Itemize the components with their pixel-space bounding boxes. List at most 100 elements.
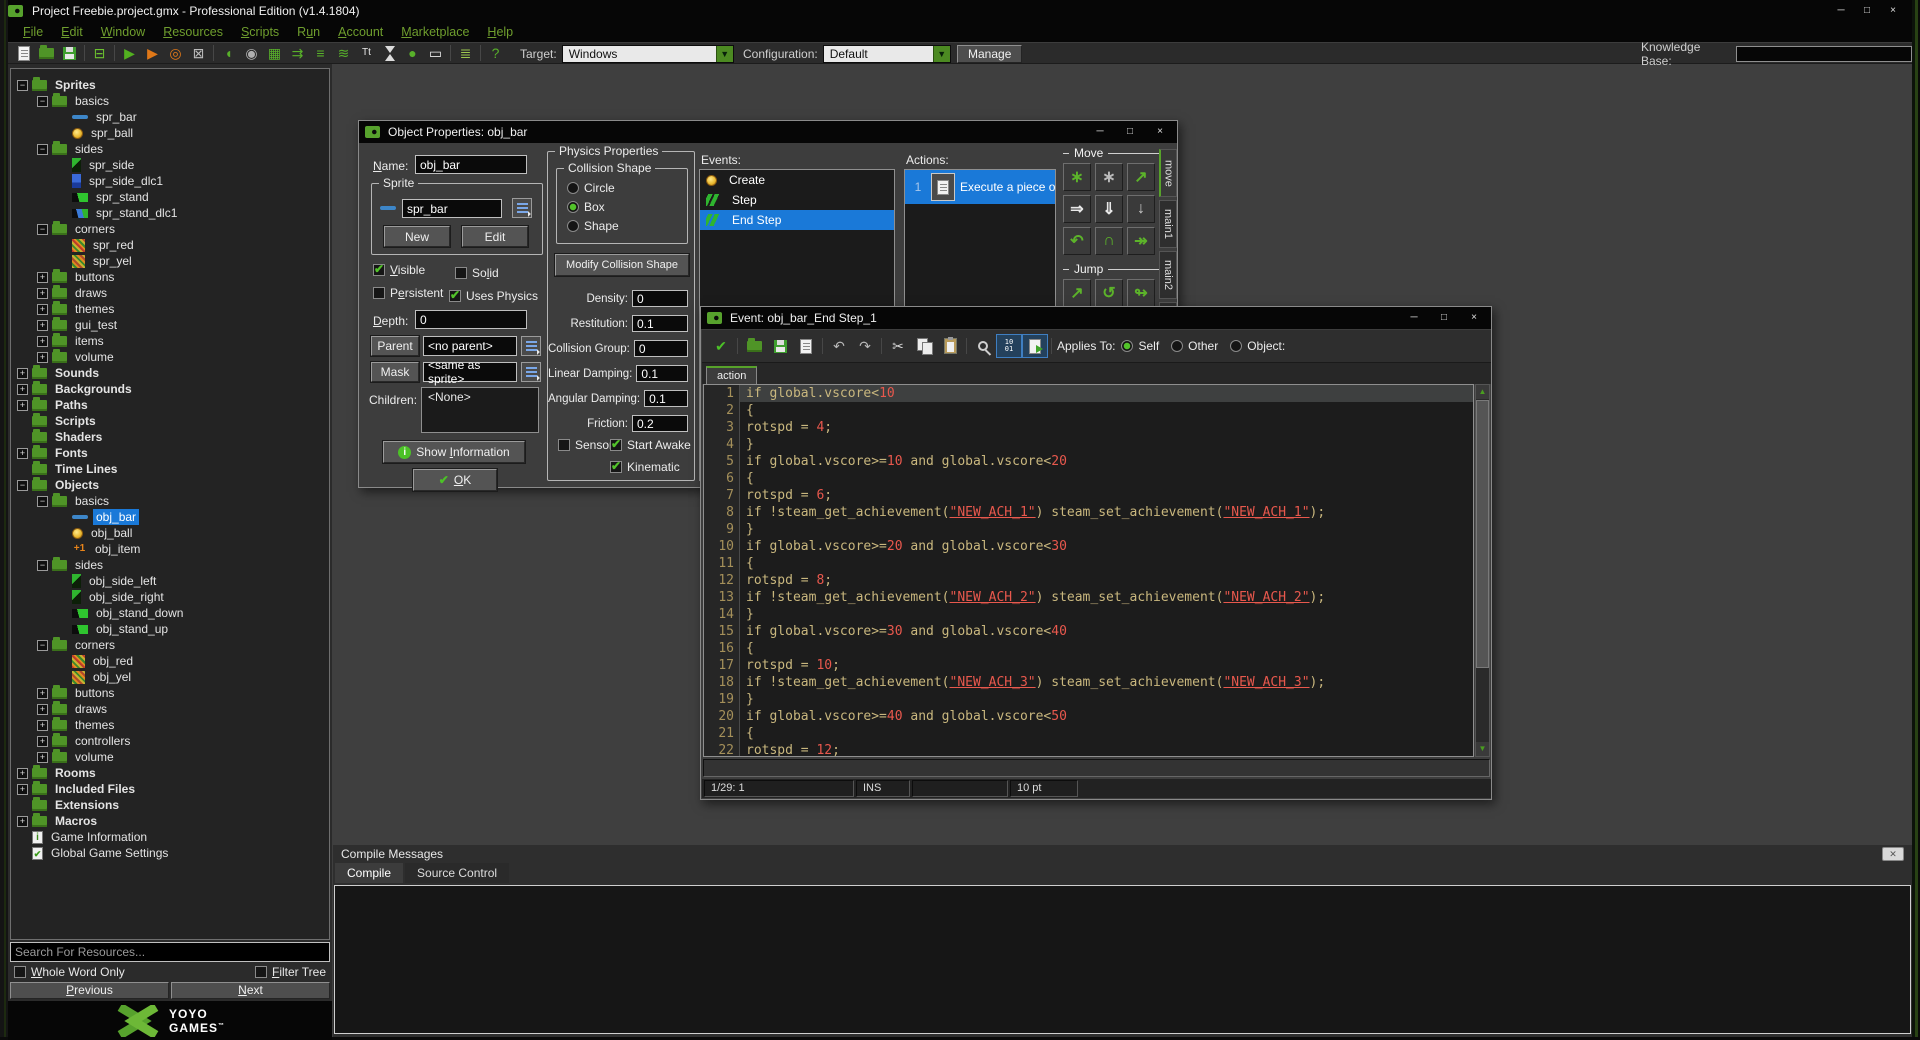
event-item-step[interactable]: Step bbox=[700, 190, 894, 210]
tree-item-sprites[interactable]: −Sprites bbox=[11, 77, 329, 93]
close-button[interactable]: × bbox=[1463, 311, 1485, 325]
tree-expander-icon[interactable]: + bbox=[37, 704, 48, 715]
search-input[interactable] bbox=[10, 942, 330, 962]
action-item-execute-code[interactable]: 1 Execute a piece of bbox=[905, 170, 1055, 204]
menu-scripts[interactable]: Scripts bbox=[232, 23, 288, 41]
object-properties-title-bar[interactable]: Object Properties: obj_bar ─ □ × bbox=[359, 121, 1177, 143]
scroll-up-icon[interactable]: ▲ bbox=[1476, 385, 1489, 399]
tree-item-controllers[interactable]: +controllers bbox=[11, 733, 329, 749]
close-button[interactable]: × bbox=[1880, 3, 1906, 19]
save-code-button[interactable] bbox=[767, 334, 793, 358]
tree-item-obj-red[interactable]: obj_red bbox=[11, 653, 329, 669]
maximize-button[interactable]: □ bbox=[1854, 3, 1880, 19]
create-background-button[interactable]: ▦ bbox=[263, 44, 286, 63]
close-button[interactable]: × bbox=[1149, 125, 1171, 139]
create-object-button[interactable]: ● bbox=[401, 44, 424, 63]
tree-item-spr-side[interactable]: spr_side bbox=[11, 157, 329, 173]
uses-physics-option[interactable]: Uses Physics bbox=[449, 289, 538, 303]
parent-field[interactable]: <no parent> bbox=[423, 336, 517, 356]
shape-radio-shape[interactable]: Shape bbox=[567, 219, 619, 233]
tree-item-volume[interactable]: +volume bbox=[11, 749, 329, 765]
tree-expander-icon[interactable]: + bbox=[17, 448, 28, 459]
tree-expander-icon[interactable]: − bbox=[17, 80, 28, 91]
stop-game-button[interactable]: ◎ bbox=[164, 44, 187, 63]
tree-item-basics[interactable]: −basics bbox=[11, 493, 329, 509]
tree-expander-icon[interactable]: − bbox=[37, 96, 48, 107]
compile-tab-source-control[interactable]: Source Control bbox=[405, 863, 509, 883]
sprite-select-button[interactable] bbox=[512, 198, 532, 218]
toggle-code-view-button[interactable] bbox=[1022, 334, 1048, 358]
tree-item-themes[interactable]: +themes bbox=[11, 301, 329, 317]
tree-expander-icon[interactable]: + bbox=[17, 368, 28, 379]
tree-item-spr-stand[interactable]: spr_stand bbox=[11, 189, 329, 205]
load-code-button[interactable] bbox=[741, 334, 767, 358]
create-font-button[interactable]: Tt bbox=[355, 44, 378, 63]
move-free-action[interactable]: ∗ bbox=[1095, 163, 1123, 191]
tree-item-corners[interactable]: −corners bbox=[11, 637, 329, 653]
toggle-line-numbers-button[interactable]: 1001 bbox=[996, 334, 1022, 358]
speed-horizontal-action[interactable]: ⇒ bbox=[1063, 195, 1091, 223]
tree-item-gui-test[interactable]: +gui_test bbox=[11, 317, 329, 333]
maximize-button[interactable]: □ bbox=[1119, 125, 1141, 139]
set-gravity-action[interactable]: ↓ bbox=[1127, 195, 1155, 223]
code-editor[interactable]: 1if global.vscore<102{3rotspd = 4;4}5if … bbox=[703, 384, 1474, 757]
create-script-button[interactable]: ≡ bbox=[309, 44, 332, 63]
maximize-button[interactable]: □ bbox=[1433, 311, 1455, 325]
run-debug-button[interactable]: ▶ bbox=[141, 44, 164, 63]
depth-field[interactable]: 0 bbox=[415, 310, 527, 329]
open-project-button[interactable] bbox=[35, 44, 58, 63]
filter-tree-checkbox[interactable] bbox=[255, 966, 267, 978]
tree-item-obj-ball[interactable]: obj_ball bbox=[11, 525, 329, 541]
tree-expander-icon[interactable]: − bbox=[17, 480, 28, 491]
compile-tab-compile[interactable]: Compile bbox=[335, 863, 403, 883]
filter-tree-option[interactable]: Filter Tree bbox=[255, 965, 326, 979]
jump-start-action[interactable]: ↺ bbox=[1095, 279, 1123, 307]
tree-item-sides[interactable]: −sides bbox=[11, 141, 329, 157]
tree-item-volume[interactable]: +volume bbox=[11, 349, 329, 365]
chevron-down-icon[interactable]: ▼ bbox=[716, 46, 733, 62]
event-item-create[interactable]: Create bbox=[700, 170, 894, 190]
set-friction-action[interactable]: ↠ bbox=[1127, 227, 1155, 255]
tree-item-obj-side-left[interactable]: obj_side_left bbox=[11, 573, 329, 589]
mask-field[interactable]: <same as sprite> bbox=[423, 362, 517, 382]
tree-item-corners[interactable]: −corners bbox=[11, 221, 329, 237]
menu-resources[interactable]: Resources bbox=[154, 23, 232, 41]
create-sound-button[interactable]: ◉ bbox=[240, 44, 263, 63]
create-path-button[interactable]: ⇉ bbox=[286, 44, 309, 63]
paste-button[interactable] bbox=[937, 334, 963, 358]
tree-item-global-game-settings[interactable]: Global Game Settings bbox=[11, 845, 329, 861]
tree-item-shaders[interactable]: Shaders bbox=[11, 429, 329, 445]
apply-check-button[interactable]: ✔ bbox=[708, 334, 734, 358]
tree-item-spr-side-dlc1[interactable]: spr_side_dlc1 bbox=[11, 173, 329, 189]
target-select[interactable]: Windows ▼ bbox=[562, 45, 734, 63]
library-tab-main2[interactable]: main2 bbox=[1159, 251, 1177, 299]
create-shader-button[interactable]: ≋ bbox=[332, 44, 355, 63]
manage-button[interactable]: Manage bbox=[957, 45, 1022, 63]
visible-option[interactable]: Visible bbox=[373, 263, 425, 277]
new-project-button[interactable] bbox=[12, 44, 35, 63]
create-executable-button[interactable]: ⊟ bbox=[88, 44, 111, 63]
reverse-horizontal-action[interactable]: ↶ bbox=[1063, 227, 1091, 255]
uses-physics-checkbox[interactable] bbox=[449, 290, 461, 302]
whole-word-checkbox[interactable] bbox=[14, 966, 26, 978]
menu-window[interactable]: Window bbox=[92, 23, 154, 41]
find-button[interactable] bbox=[970, 334, 996, 358]
menu-edit[interactable]: Edit bbox=[52, 23, 92, 41]
name-field[interactable]: obj_bar bbox=[415, 155, 527, 174]
applies-self-radio[interactable]: Self bbox=[1121, 339, 1159, 353]
menu-help[interactable]: Help bbox=[478, 23, 522, 41]
modify-collision-shape-button[interactable]: Modify Collision Shape bbox=[555, 254, 689, 276]
tree-item-obj-side-right[interactable]: obj_side_right bbox=[11, 589, 329, 605]
tree-item-macros[interactable]: +Macros bbox=[11, 813, 329, 829]
whole-word-only-option[interactable]: Whole Word Only bbox=[14, 965, 125, 979]
shape-radio-circle[interactable]: Circle bbox=[567, 181, 619, 195]
tree-expander-icon[interactable]: − bbox=[37, 560, 48, 571]
tree-expander-icon[interactable]: + bbox=[37, 304, 48, 315]
applies-other-radio[interactable]: Other bbox=[1171, 339, 1218, 353]
tree-expander-icon[interactable]: + bbox=[37, 288, 48, 299]
knowledge-base-input[interactable] bbox=[1736, 46, 1912, 62]
cut-button[interactable]: ✂ bbox=[885, 334, 911, 358]
tree-item-buttons[interactable]: +buttons bbox=[11, 685, 329, 701]
panel-close-icon[interactable]: ✕ bbox=[1882, 847, 1904, 861]
parent-select-button[interactable] bbox=[521, 336, 541, 356]
